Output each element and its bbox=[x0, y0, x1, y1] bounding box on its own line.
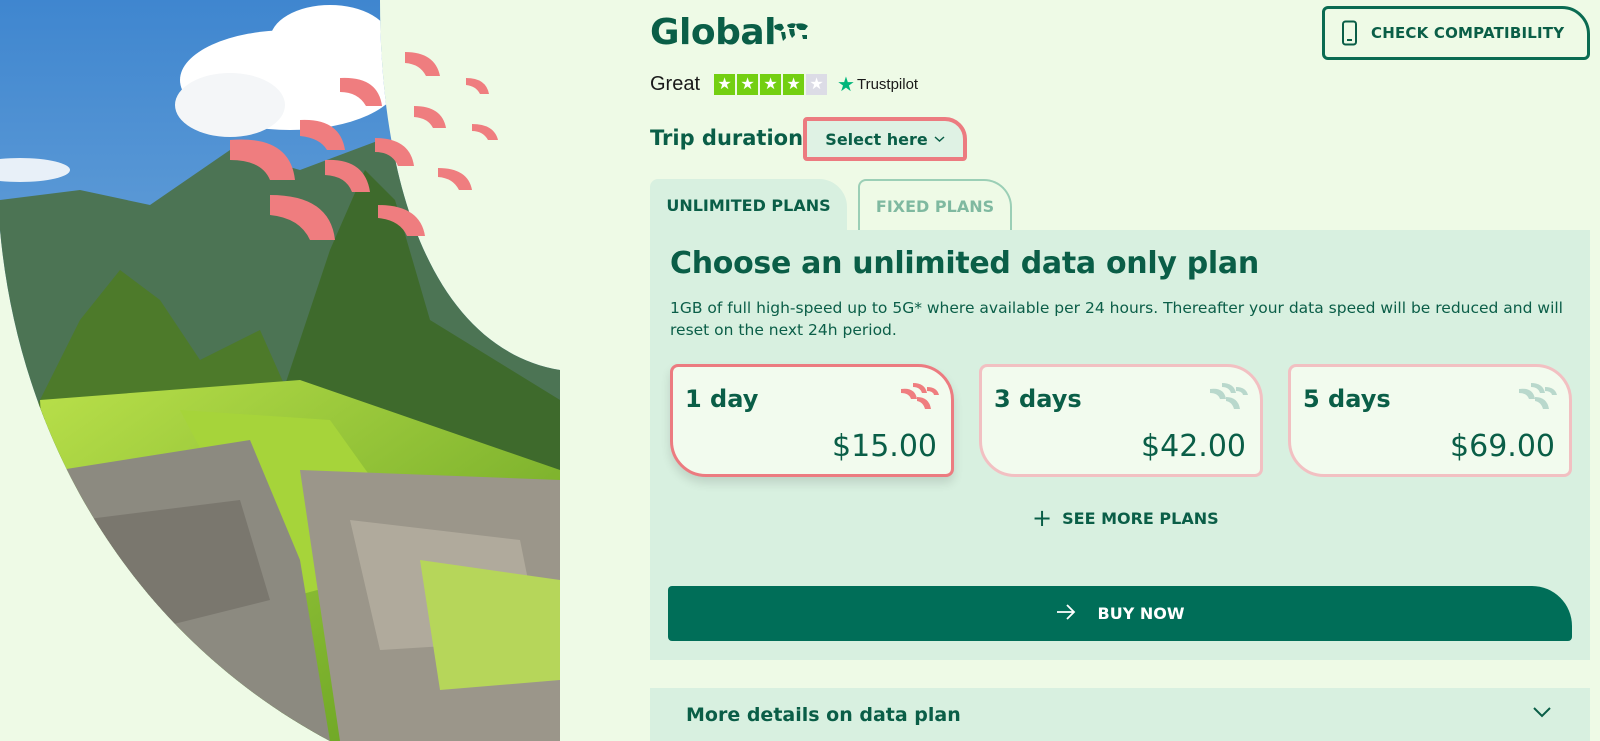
tab-fixed-plans[interactable]: FIXED PLANS bbox=[858, 179, 1012, 232]
plan-price: $15.00 bbox=[832, 429, 937, 464]
buy-now-label: BUY NOW bbox=[1097, 604, 1185, 623]
page-title: Global bbox=[650, 12, 777, 53]
trustpilot-star-icon: ★ bbox=[837, 72, 855, 96]
wing-icon bbox=[1206, 381, 1250, 417]
data-plan-details-accordion[interactable]: More details on data plan bbox=[650, 688, 1590, 741]
star-filled-icon: ★ bbox=[714, 73, 736, 95]
plans-heading: Choose an unlimited data only plan bbox=[670, 246, 1259, 281]
rating-stars: ★ ★ ★ ★ ★ bbox=[714, 73, 828, 95]
trip-duration-select-label: Select here bbox=[825, 129, 928, 149]
wing-icon bbox=[897, 381, 941, 417]
plan-card-1-day[interactable]: 1 day $15.00 bbox=[670, 364, 954, 477]
star-filled-icon: ★ bbox=[737, 73, 759, 95]
check-compatibility-button[interactable]: CHECK COMPATIBILITY bbox=[1322, 6, 1590, 60]
plan-card-3-days[interactable]: 3 days $42.00 bbox=[979, 364, 1263, 477]
see-more-plans-button[interactable]: + SEE MORE PLANS bbox=[1032, 506, 1219, 530]
plan-duration: 5 days bbox=[1303, 385, 1391, 413]
star-empty-icon: ★ bbox=[806, 73, 828, 95]
tab-fixed-plans-label: FIXED PLANS bbox=[875, 197, 995, 216]
arrow-right-icon bbox=[1056, 603, 1076, 625]
plan-duration: 3 days bbox=[994, 385, 1082, 413]
trip-duration-select[interactable]: Select here bbox=[803, 117, 967, 161]
plan-price: $69.00 bbox=[1450, 429, 1555, 464]
check-compatibility-label: CHECK COMPATIBILITY bbox=[1371, 24, 1565, 42]
trip-duration-label: Trip duration bbox=[650, 126, 804, 150]
tab-unlimited-plans[interactable]: UNLIMITED PLANS bbox=[650, 179, 847, 232]
star-filled-icon: ★ bbox=[783, 73, 805, 95]
plans-panel: Choose an unlimited data only plan 1GB o… bbox=[650, 230, 1590, 660]
plan-duration: 1 day bbox=[685, 385, 759, 413]
plan-card-5-days[interactable]: 5 days $69.00 bbox=[1288, 364, 1572, 477]
plan-price: $42.00 bbox=[1141, 429, 1246, 464]
wing-icon bbox=[1515, 381, 1559, 417]
details-label: More details on data plan bbox=[686, 703, 961, 726]
tab-unlimited-plans-label: UNLIMITED PLANS bbox=[666, 196, 831, 215]
chevron-down-icon bbox=[934, 133, 945, 146]
plans-description: 1GB of full high-speed up to 5G* where a… bbox=[670, 299, 1563, 339]
phone-icon bbox=[1341, 20, 1359, 46]
chevron-down-icon bbox=[1530, 700, 1554, 724]
see-more-plans-label: SEE MORE PLANS bbox=[1062, 508, 1219, 528]
hero-image bbox=[0, 0, 560, 741]
star-filled-icon: ★ bbox=[760, 73, 782, 95]
globe-icon bbox=[772, 20, 810, 44]
buy-now-button[interactable]: BUY NOW bbox=[668, 586, 1572, 641]
plus-icon: + bbox=[1032, 504, 1053, 532]
trustpilot-name: Trustpilot bbox=[856, 75, 919, 93]
trustpilot-rating[interactable]: Great ★ ★ ★ ★ ★ ★ Trustpilot bbox=[650, 72, 918, 96]
rating-label: Great bbox=[650, 72, 701, 95]
